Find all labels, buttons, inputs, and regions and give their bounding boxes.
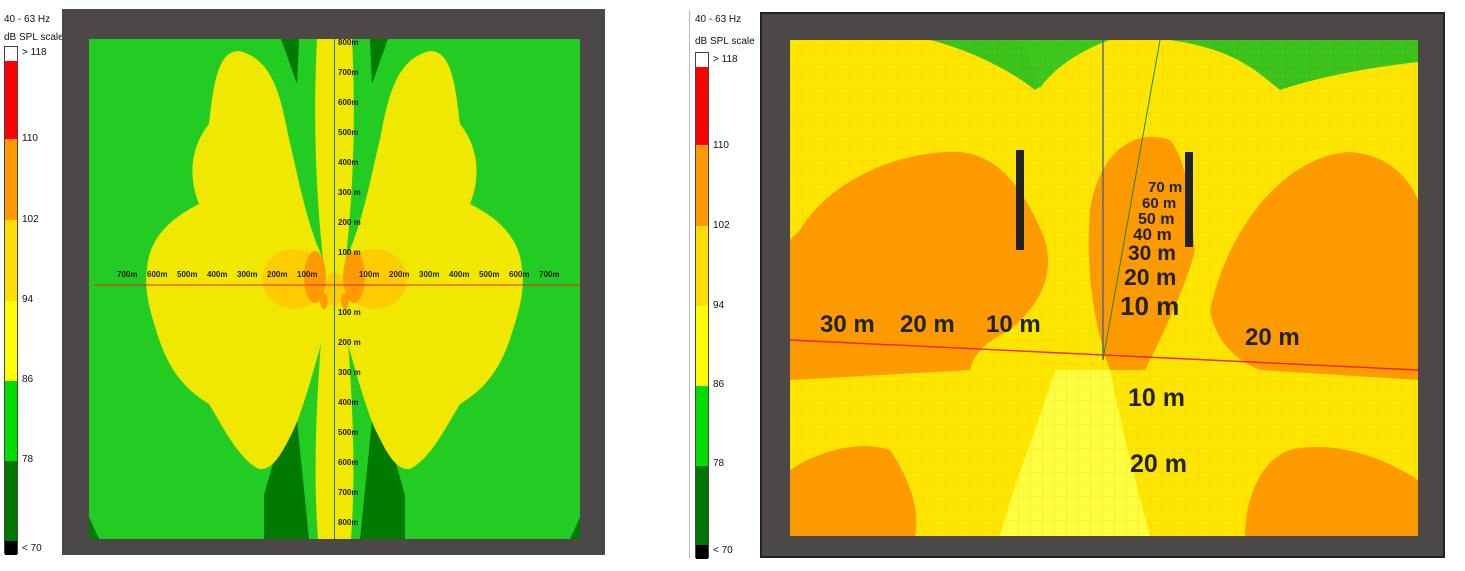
y-tick-label: 700m (338, 488, 358, 497)
plan-view-panel: 700m 600m 500m 400m 300m 200m 100m 100m 200m 300m… (62, 9, 605, 555)
scale-title: dB SPL scale (695, 36, 755, 47)
x-tick-label: 100m (359, 270, 379, 279)
scale-seg-yellow (5, 301, 17, 381)
x-tick-label: 200m (267, 270, 287, 279)
y-tick-label: 800m (338, 518, 358, 527)
distance-label: 20 m (900, 311, 955, 338)
scale-seg-red (696, 67, 708, 145)
distance-label: 20 m (1245, 324, 1300, 351)
y-tick-label: 200 m (338, 218, 361, 227)
scale-label: 102 (713, 220, 730, 231)
y-tick-label: 700m (338, 68, 358, 77)
scale-label: 86 (22, 374, 34, 385)
x-tick-label: 300m (419, 270, 439, 279)
color-scale-bar (695, 52, 709, 559)
x-tick-label: 500m (479, 270, 499, 279)
scale-seg-red (5, 61, 17, 139)
y-tick-label: 600m (338, 98, 358, 107)
height-label: 10 m (1120, 291, 1179, 321)
perspective-view-panel: 70 m 60 m 50 m 40 m 30 m 20 m 10 m 30 m 20 m 10 m… (760, 12, 1445, 558)
height-label: 70 m (1148, 179, 1182, 196)
x-tick-label: 600m (509, 270, 529, 279)
height-label: 60 m (1142, 195, 1176, 212)
scale-seg-gold (5, 220, 17, 301)
panel-divider (689, 10, 690, 558)
x-tick-label: 500m (177, 270, 197, 279)
perspective-view-map: 70 m60 m50 m40 m30 m20 m10 m30 m 20 m 10 m… (790, 40, 1418, 536)
scale-seg-white (5, 47, 17, 61)
scale-label: < 70 (22, 543, 42, 554)
y-tick-label: 400m (338, 158, 358, 167)
scale-label: 78 (713, 458, 725, 469)
scale-seg-black (696, 545, 708, 559)
scale-label: < 70 (713, 545, 733, 556)
scale-label: 78 (22, 454, 34, 465)
scale-seg-yellow (696, 306, 708, 386)
height-label: 20 m (1124, 264, 1176, 290)
scale-seg-darkgreen (5, 461, 17, 541)
x-tick-label: 700m (117, 270, 137, 279)
frequency-band-label: 40 - 63 Hz (695, 14, 742, 25)
scale-label: 110 (22, 133, 38, 144)
color-scale-bar (4, 46, 18, 555)
scale-seg-black (5, 541, 17, 555)
x-tick-label: 400m (449, 270, 469, 279)
scale-label: 110 (713, 140, 729, 151)
scale-title: dB SPL scale (4, 32, 64, 43)
y-tick-label: 600m (338, 458, 358, 467)
distance-label: 10 m (986, 311, 1041, 338)
scale-seg-green (696, 386, 708, 466)
x-tick-label: 300m (237, 270, 257, 279)
distance-label: 10 m (1128, 384, 1185, 412)
scale-label: 102 (22, 214, 39, 225)
scale-seg-white (696, 53, 708, 67)
distance-label: 20 m (1130, 450, 1187, 478)
y-tick-label: 300 m (338, 188, 361, 197)
scale-label: 94 (713, 300, 725, 311)
x-tick-label: 600m (147, 270, 167, 279)
scale-label: 86 (713, 379, 725, 390)
x-tick-label: 200m (389, 270, 409, 279)
scale-label: 94 (22, 294, 34, 305)
y-tick-label: 500m (338, 128, 358, 137)
scale-seg-orange (696, 145, 708, 226)
y-tick-label: 200 m (338, 338, 361, 347)
y-tick-label: 500m (338, 428, 358, 437)
scale-seg-gold (696, 226, 708, 306)
scale-seg-darkgreen (696, 466, 708, 545)
height-label: 30 m (1128, 242, 1176, 265)
scale-seg-green (5, 381, 17, 461)
y-tick-label: 100 m (338, 308, 361, 317)
y-tick-label: 100 m (338, 248, 361, 257)
scale-label: > 118 (22, 47, 47, 58)
plan-view-map: 700m 600m 500m 400m 300m 200m 100m 100m 200m 300m… (89, 39, 580, 539)
frequency-band-label: 40 - 63 Hz (4, 14, 51, 25)
x-tick-label: 400m (207, 270, 227, 279)
y-tick-label: 800m (338, 39, 358, 47)
y-tick-label: 400m (338, 398, 358, 407)
scale-seg-orange (5, 139, 17, 220)
x-tick-label: 700m (539, 270, 559, 279)
distance-label: 30 m (820, 311, 875, 338)
x-tick-label: 100m (297, 270, 317, 279)
scale-label: > 118 (713, 54, 738, 65)
y-tick-label: 300 m (338, 368, 361, 377)
